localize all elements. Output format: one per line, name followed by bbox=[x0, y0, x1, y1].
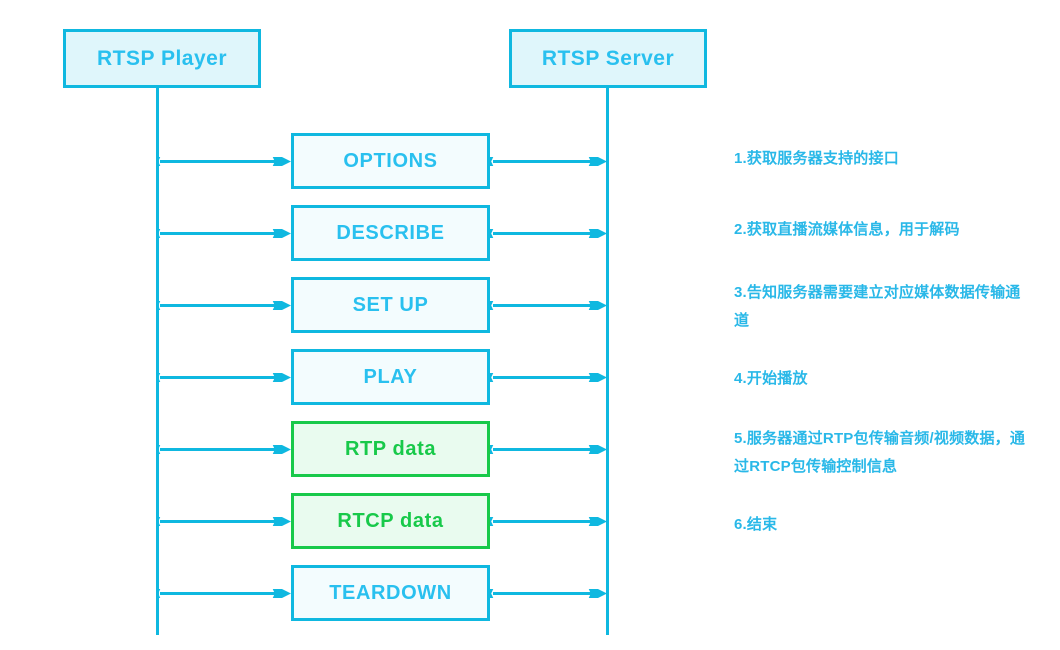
message-box[interactable]: PLAY bbox=[291, 349, 490, 405]
rtsp-sequence-diagram: RTSP Player RTSP Server OPTIONS DESCRIBE S… bbox=[0, 0, 1060, 650]
arrow-message-to-server bbox=[490, 373, 607, 382]
annotation-item: 1.获取服务器支持的接口 bbox=[734, 150, 899, 167]
message-label: RTCP data bbox=[337, 509, 444, 532]
arrow-message-to-server bbox=[490, 445, 607, 454]
message-label: SET UP bbox=[352, 293, 429, 316]
arrow-player-to-message bbox=[157, 157, 291, 166]
message-box[interactable]: RTCP data bbox=[291, 493, 490, 549]
arrow-player-to-message bbox=[157, 373, 291, 382]
arrow-message-to-server bbox=[490, 301, 607, 310]
message-row: TEARDOWN bbox=[0, 565, 1060, 621]
annotation-item: 6.结束 bbox=[734, 516, 778, 533]
message-label: OPTIONS bbox=[343, 149, 438, 172]
arrow-player-to-message bbox=[157, 229, 291, 238]
annotation-item: 3.告知服务器需要建立对应媒体数据传输通道 bbox=[734, 284, 1021, 329]
annotation-item: 4.开始播放 bbox=[734, 370, 808, 387]
message-label: RTP data bbox=[344, 437, 437, 460]
message-box[interactable]: RTP data bbox=[291, 421, 490, 477]
message-box[interactable]: TEARDOWN bbox=[291, 565, 490, 621]
arrow-player-to-message bbox=[157, 517, 291, 526]
actor-box-rtsp-player: RTSP Player bbox=[63, 29, 261, 88]
message-box[interactable]: SET UP bbox=[291, 277, 490, 333]
arrow-player-to-message bbox=[157, 445, 291, 454]
message-label: TEARDOWN bbox=[329, 581, 452, 604]
message-label: PLAY bbox=[363, 365, 418, 388]
actor-label-rtsp-player: RTSP Player bbox=[96, 46, 227, 70]
arrow-message-to-server bbox=[490, 229, 607, 238]
actor-label-rtsp-server: RTSP Server bbox=[541, 46, 675, 70]
actor-box-rtsp-server: RTSP Server bbox=[509, 29, 707, 88]
arrow-message-to-server bbox=[490, 589, 607, 598]
arrow-player-to-message bbox=[157, 589, 291, 598]
message-label: DESCRIBE bbox=[336, 221, 445, 244]
message-box[interactable]: DESCRIBE bbox=[291, 205, 490, 261]
arrow-message-to-server bbox=[490, 157, 607, 166]
arrow-message-to-server bbox=[490, 517, 607, 526]
annotation-item: 2.获取直播流媒体信息，用于解码 bbox=[734, 221, 960, 238]
arrow-player-to-message bbox=[157, 301, 291, 310]
annotation-item: 5.服务器通过RTP包传输音频/视频数据，通过RTCP包传输控制信息 bbox=[734, 430, 1026, 475]
message-box[interactable]: OPTIONS bbox=[291, 133, 490, 189]
